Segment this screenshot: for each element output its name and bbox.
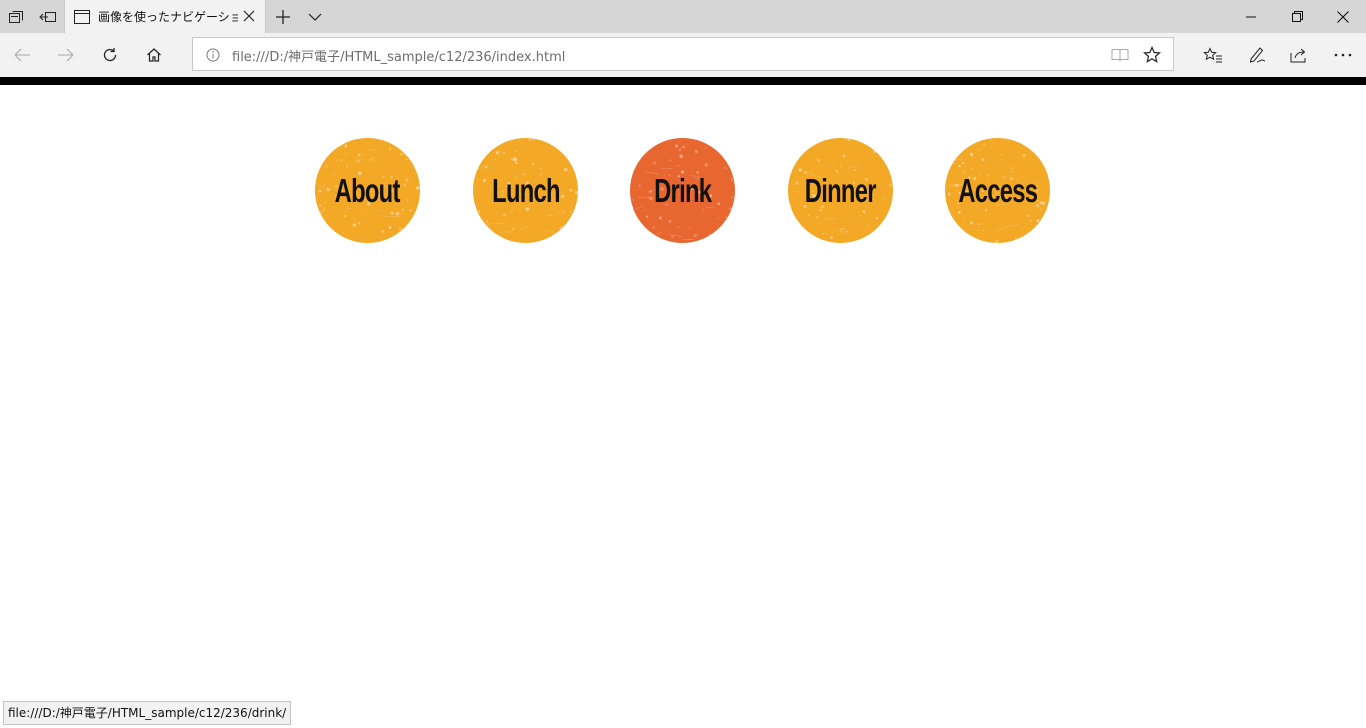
active-tab[interactable]: 画像を使ったナビゲーション: [64,0,266,33]
chevron-down-icon[interactable] [299,0,331,33]
refresh-icon[interactable] [92,38,128,72]
back-icon[interactable] [4,38,40,72]
more-icon[interactable] [1325,38,1361,72]
tab-title: 画像を使ったナビゲーション: [98,10,238,24]
nav-access-button[interactable]: Access [945,138,1050,243]
navigation-bar: file:///D:/神戸電子/HTML_sample/c12/236/inde… [0,33,1366,77]
close-icon[interactable] [1320,0,1366,33]
nav-dinner-button[interactable]: Dinner [788,138,893,243]
nav-dinner-label: Dinner [805,171,877,209]
minimize-icon[interactable] [1228,0,1274,33]
status-bar-url: file:///D:/神戸電子/HTML_sample/c12/236/drin… [3,701,292,725]
nav-access-label: Access [958,171,1038,209]
image-navigation: About Lunch Drink Dinner Access [0,85,1366,285]
pen-icon[interactable] [1239,38,1275,72]
nav-about-button[interactable]: About [315,138,420,243]
nav-about-label: About [334,171,401,209]
home-icon[interactable] [136,38,172,72]
tab-strip: 画像を使ったナビゲーション: [0,0,1366,33]
address-text[interactable]: file:///D:/神戸電子/HTML_sample/c12/236/inde… [232,46,565,65]
nav-drink-label: Drink [653,171,712,209]
address-bar[interactable]: file:///D:/神戸電子/HTML_sample/c12/236/inde… [192,37,1174,71]
page-icon [74,9,90,24]
nav-lunch-button[interactable]: Lunch [473,138,578,243]
favorite-star-icon[interactable] [1141,44,1163,66]
tab-preview-icon[interactable] [0,0,32,33]
page-top-bar [0,77,1366,85]
forward-icon[interactable] [48,38,84,72]
set-aside-tabs-icon[interactable] [32,0,64,33]
nav-drink-button[interactable]: Drink [630,138,735,243]
close-icon[interactable] [241,8,257,24]
info-icon[interactable] [205,47,221,63]
new-tab-icon[interactable] [267,0,299,33]
share-icon[interactable] [1281,38,1317,72]
favorites-list-icon[interactable] [1195,38,1231,72]
reading-view-icon[interactable] [1109,44,1131,66]
restore-icon[interactable] [1274,0,1320,33]
nav-lunch-label: Lunch [491,171,560,209]
